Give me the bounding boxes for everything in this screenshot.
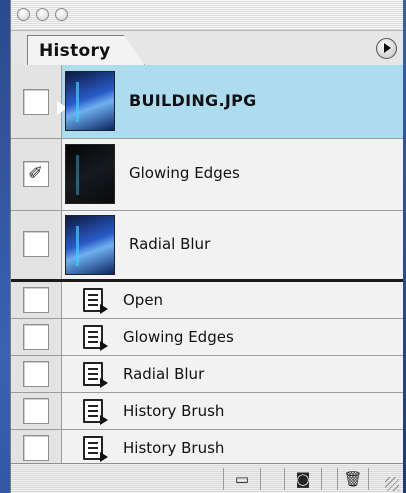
row-gutter [11, 430, 62, 466]
row-gutter: ✐ [11, 139, 62, 210]
snapshot-label: Glowing Edges [129, 164, 240, 182]
state-document-icon [83, 399, 108, 425]
snapshot-label: BUILDING.JPG [129, 91, 257, 110]
history-brush-source-checkbox[interactable] [23, 361, 49, 387]
history-state-row[interactable]: History Brush [11, 393, 403, 430]
radial-blur-thumbnail [65, 215, 115, 275]
snapshot-row[interactable]: BUILDING.JPG [11, 65, 403, 139]
window-titlebar[interactable] [11, 0, 403, 31]
state-label: History Brush [123, 402, 225, 420]
history-brush-source-checkbox[interactable] [23, 324, 49, 350]
history-brush-source-checkbox[interactable] [23, 398, 49, 424]
history-brush-source-checkbox[interactable] [23, 435, 49, 461]
history-state-row[interactable]: Open [11, 282, 403, 319]
state-document-icon [83, 288, 108, 314]
history-brush-source-checkbox[interactable] [23, 287, 49, 313]
history-bottom-toolbar: ▭ ◙ 🗑 [11, 463, 403, 493]
state-label: Radial Blur [123, 365, 205, 383]
row-gutter [11, 282, 62, 318]
history-state-row[interactable]: Glowing Edges [11, 319, 403, 356]
history-brush-icon: ✐ [28, 163, 44, 184]
row-gutter [11, 211, 62, 279]
state-document-icon [83, 325, 108, 351]
new-document-icon: ▭ [234, 470, 250, 488]
tab-bar: History [11, 31, 403, 66]
history-state-row[interactable]: History Brush [11, 430, 403, 466]
state-label: History Brush [123, 439, 225, 457]
state-document-icon [83, 436, 108, 462]
history-state-row[interactable]: Radial Blur [11, 356, 403, 393]
history-brush-source-checkbox[interactable] [23, 231, 49, 257]
state-document-icon [83, 362, 108, 388]
row-gutter [11, 319, 62, 355]
state-label: Open [123, 291, 164, 309]
resize-grip-icon[interactable] [385, 477, 399, 491]
glowing-edges-thumbnail [65, 144, 115, 204]
delete-state-button[interactable]: 🗑 [337, 468, 369, 490]
camera-icon: ◙ [295, 470, 311, 488]
snapshot-row[interactable]: Radial Blur [11, 211, 403, 279]
snapshot-label: Radial Blur [129, 235, 211, 253]
history-brush-source-checkbox[interactable]: ✐ [23, 161, 49, 187]
zoom-window-button[interactable] [55, 8, 68, 21]
close-window-button[interactable] [17, 8, 30, 21]
history-panel: History BUILDING.JPG ✐ Glowing Edges Rad… [10, 0, 403, 493]
row-gutter [11, 393, 62, 429]
building-thumbnail [65, 71, 115, 131]
tab-history-label: History [39, 41, 111, 61]
state-label: Glowing Edges [123, 328, 234, 346]
history-brush-source-checkbox[interactable] [23, 89, 49, 115]
panel-menu-button[interactable] [376, 38, 397, 59]
row-gutter [11, 356, 62, 392]
new-document-button[interactable]: ▭ [223, 468, 261, 490]
minimize-window-button[interactable] [36, 8, 49, 21]
trash-icon: 🗑 [343, 470, 363, 488]
row-gutter [11, 65, 62, 138]
new-snapshot-button[interactable]: ◙ [284, 468, 322, 490]
history-list: BUILDING.JPG ✐ Glowing Edges Radial Blur [11, 65, 403, 466]
snapshot-row[interactable]: ✐ Glowing Edges [11, 139, 403, 211]
